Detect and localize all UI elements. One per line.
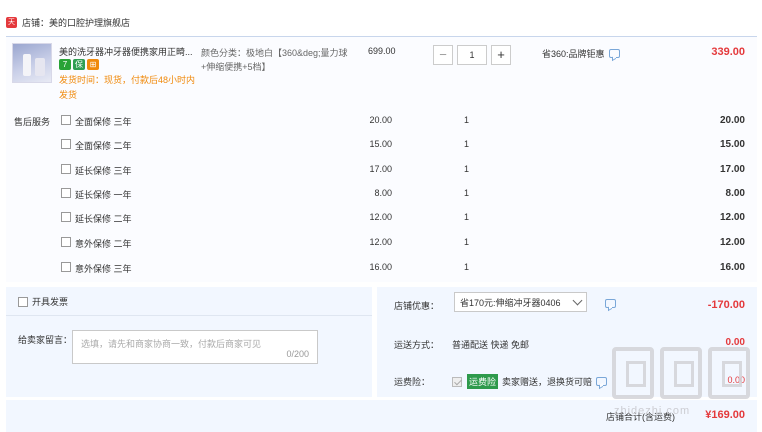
service-price: 17.00 — [369, 164, 392, 174]
service-checkbox[interactable] — [61, 115, 71, 125]
service-total: 15.00 — [719, 139, 745, 150]
product-title-link[interactable]: 美的洗牙器冲牙器便携家用正畸... — [59, 46, 194, 58]
service-price: 20.00 — [369, 115, 392, 125]
insurance-label: 运费险： — [394, 377, 431, 387]
divider — [6, 315, 372, 316]
service-row: 延长保修 三年 17.00 1 17.00 — [6, 162, 757, 178]
quantity-stepper: − 1 + — [433, 45, 511, 65]
insurance-text: 卖家赠送，退换货可赔 — [502, 377, 593, 387]
chevron-down-icon — [572, 295, 583, 306]
service-name: 意外保修 三年 — [75, 264, 132, 274]
product-subtotal: 339.00 — [711, 46, 745, 58]
service-checkbox[interactable] — [61, 212, 71, 222]
invoice-option[interactable]: 开具发票 — [18, 295, 68, 308]
service-price: 15.00 — [369, 139, 392, 149]
order-summary-panel: 店铺优惠： 省170元:伸缩冲牙器0406 -170.00 运送方式： 普通配送… — [377, 287, 757, 397]
message-char-count: 0/200 — [286, 349, 309, 359]
product-thumbnail[interactable] — [12, 43, 52, 83]
installment-icon[interactable]: ⊞ — [87, 59, 99, 70]
product-service-badges: 7 保 ⊞ — [59, 59, 101, 70]
unit-price: 699.00 — [368, 46, 396, 56]
coupon-label: 店铺优惠： — [394, 301, 440, 311]
invoice-checkbox[interactable] — [18, 296, 28, 307]
service-row: 全面保修 二年 15.00 1 15.00 — [6, 137, 757, 153]
product-discount-text: 省360:品牌钜惠 — [542, 49, 605, 59]
service-qty: 1 — [464, 237, 470, 247]
coupon-discount: -170.00 — [707, 299, 745, 311]
shipping-method: 普通配送 快递 免邮 — [452, 340, 530, 350]
chat-icon[interactable] — [608, 49, 620, 58]
store-header: 天猫 店铺：美的口腔护理旗舰店 — [6, 14, 130, 37]
tmall-logo-icon: 天猫 — [6, 16, 17, 37]
help-icon[interactable] — [596, 377, 608, 386]
service-total: 17.00 — [719, 164, 745, 175]
service-qty: 1 — [464, 139, 470, 149]
seller-message-input[interactable]: 选填，请先和商家协商一致，付款后商家可见 0/200 — [72, 330, 318, 364]
coupon-value: 省170元:伸缩冲牙器0406 — [460, 297, 561, 308]
service-qty: 1 — [464, 164, 470, 174]
service-price: 12.00 — [369, 212, 392, 222]
service-total: 20.00 — [719, 115, 745, 126]
order-item-box: 美的洗牙器冲牙器便携家用正畸... 7 保 ⊞ 发货时间：现货，付款后48小时内… — [6, 36, 757, 282]
insurance-badge: 运费险 — [467, 374, 499, 389]
service-checkbox[interactable] — [61, 262, 71, 272]
product-row: 美的洗牙器冲牙器便携家用正畸... 7 保 ⊞ 发货时间：现货，付款后48小时内… — [6, 37, 757, 105]
quantity-input[interactable]: 1 — [457, 45, 487, 65]
invoice-label: 开具发票 — [32, 297, 69, 307]
product-attribute-text: 颜色分类：极地白【360&deg;量力球+伸缩便携+5档】 — [201, 48, 348, 72]
chat-icon[interactable] — [605, 299, 616, 308]
product-discount: 省360:品牌钜惠 — [542, 47, 620, 60]
service-name: 全面保修 三年 — [75, 117, 132, 127]
service-qty: 1 — [464, 188, 470, 198]
service-total: 12.00 — [719, 212, 745, 223]
product-attributes: 颜色分类：极地白【360&deg;量力球+伸缩便携+5档】 — [201, 46, 351, 74]
service-name: 延长保修 二年 — [75, 214, 132, 224]
message-label: 给卖家留言： — [18, 335, 73, 345]
buyer-options-panel: 开具发票 给卖家留言： 选填，请先和商家协商一致，付款后商家可见 0/200 — [6, 287, 372, 397]
coupon-select[interactable]: 省170元:伸缩冲牙器0406 — [454, 292, 587, 312]
service-row: 意外保修 三年 16.00 1 16.00 — [6, 260, 757, 276]
service-row: 延长保修 一年 8.00 1 8.00 — [6, 186, 757, 202]
service-total: 16.00 — [719, 262, 745, 273]
message-placeholder: 选填，请先和商家协商一致，付款后商家可见 — [81, 339, 262, 349]
service-qty: 1 — [464, 262, 470, 272]
service-price: 12.00 — [369, 237, 392, 247]
store-total-label: 店铺合计(含运费) — [606, 412, 675, 422]
service-total: 12.00 — [719, 237, 745, 248]
shipping-label: 运送方式： — [394, 340, 440, 350]
service-qty: 1 — [464, 115, 470, 125]
store-total-bar: 店铺合计(含运费) ¥169.00 — [6, 400, 757, 432]
service-row: 全面保修 三年 20.00 1 20.00 — [6, 113, 757, 129]
quantity-decrease-button[interactable]: − — [433, 45, 453, 65]
shipping-time-note: 发货时间：现货，付款后48小时内发货 — [59, 75, 196, 100]
service-row: 意外保修 二年 12.00 1 12.00 — [6, 235, 757, 251]
service-checkbox[interactable] — [61, 139, 71, 149]
guarantee-icon[interactable]: 保 — [73, 59, 85, 70]
service-price: 8.00 — [374, 188, 392, 198]
service-checkbox[interactable] — [61, 237, 71, 247]
insurance-option: 运费险 卖家赠送，退换货可赔 — [452, 374, 608, 389]
insurance-checkbox — [452, 376, 462, 387]
service-total: 8.00 — [725, 188, 745, 199]
quantity-increase-button[interactable]: + — [491, 45, 511, 65]
service-name: 全面保修 二年 — [75, 141, 132, 151]
service-checkbox[interactable] — [61, 164, 71, 174]
service-name: 意外保修 二年 — [75, 239, 132, 249]
service-name: 延长保修 三年 — [75, 166, 132, 176]
service-checkbox[interactable] — [61, 188, 71, 198]
service-price: 16.00 — [369, 262, 392, 272]
store-total-value: ¥169.00 — [705, 409, 745, 421]
service-row: 延长保修 二年 12.00 1 12.00 — [6, 210, 757, 226]
service-qty: 1 — [464, 212, 470, 222]
seven-day-return-icon[interactable]: 7 — [59, 59, 71, 70]
service-name: 延长保修 一年 — [75, 190, 132, 200]
store-name-link[interactable]: 店铺：美的口腔护理旗舰店 — [22, 16, 130, 29]
insurance-fee: 0.00 — [727, 375, 745, 385]
shipping-fee: 0.00 — [725, 337, 745, 348]
